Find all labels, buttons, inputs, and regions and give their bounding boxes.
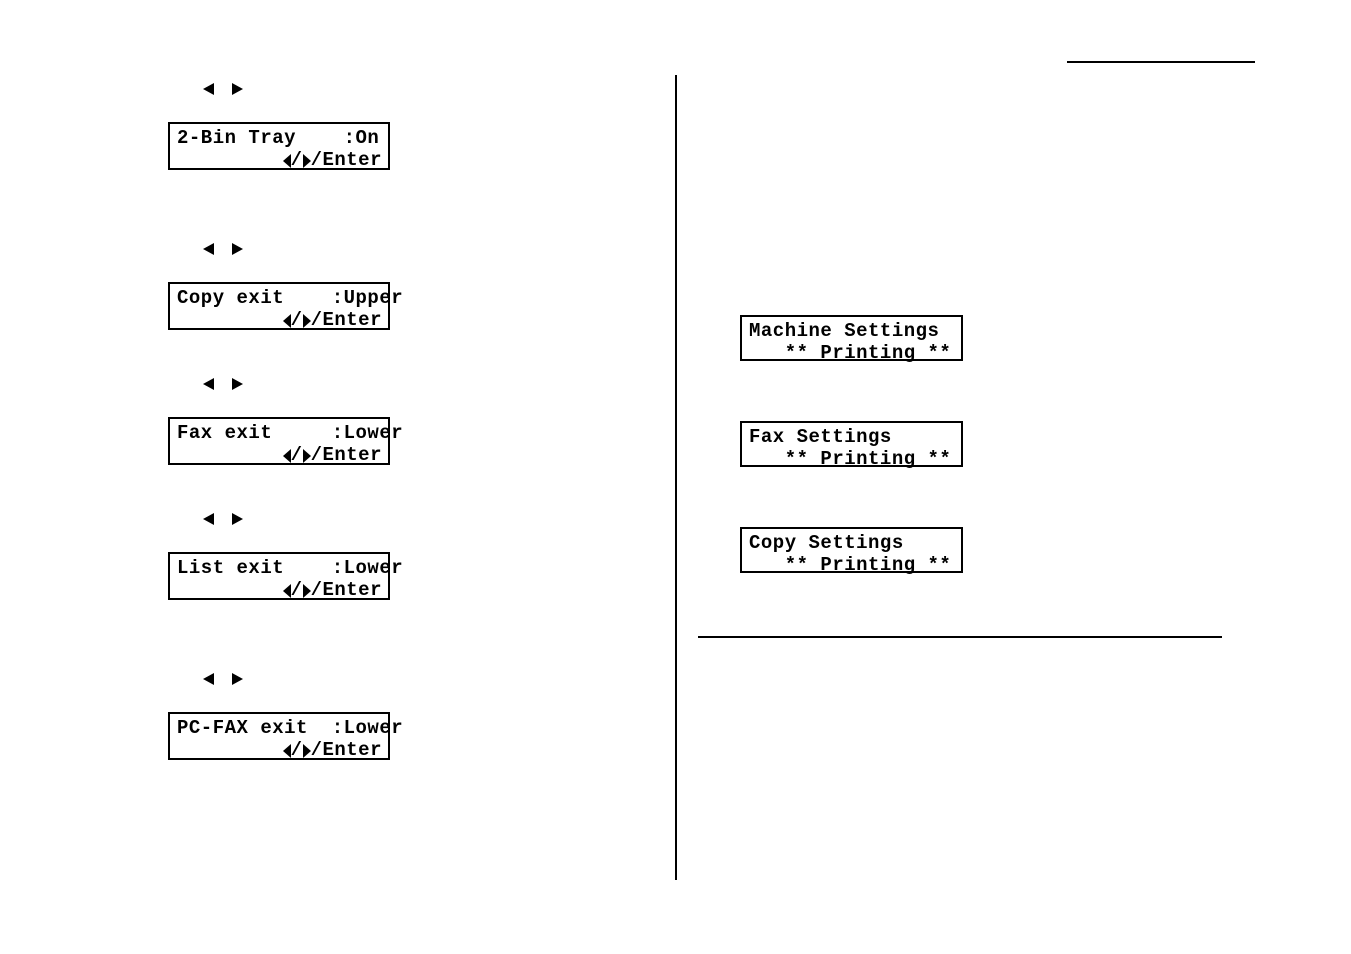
left-arrow-icon [203, 673, 214, 685]
nav-right-arrow-icon [302, 584, 311, 598]
lcd-line-primary: List exit :Lower [177, 557, 404, 579]
nav-left-arrow-icon [282, 744, 291, 758]
lcd-line-status: ** Printing ** [749, 342, 952, 364]
right-arrow-icon [232, 378, 243, 390]
lcd-nav-suffix: /Enter [310, 444, 382, 466]
lcd-line-primary: Machine Settings [749, 320, 940, 342]
nav-left-arrow-icon [282, 314, 291, 328]
lcd-line-status: ** Printing ** [749, 554, 952, 576]
nav-right-arrow-icon [302, 154, 311, 168]
right-column-divider [698, 636, 1222, 638]
nav-right-arrow-icon [302, 449, 311, 463]
lcd-display-fax-settings: Fax Settings ** Printing ** [740, 421, 963, 470]
left-arrow-icon [203, 378, 214, 390]
nav-left-arrow-icon [282, 584, 291, 598]
top-right-divider [1067, 61, 1255, 63]
right-arrow-icon [232, 513, 243, 525]
left-arrow-icon [203, 83, 214, 95]
lcd-nav-suffix: /Enter [310, 579, 382, 601]
lcd-line-nav: //Enter [177, 309, 382, 331]
lcd-nav-suffix: /Enter [310, 309, 382, 331]
nav-right-arrow-icon [302, 744, 311, 758]
lcd-line-primary: 2-Bin Tray :On [177, 127, 380, 149]
lcd-line-nav: //Enter [177, 739, 382, 761]
lcd-nav-suffix: /Enter [310, 739, 382, 761]
nav-arrows-list-exit [203, 513, 243, 525]
right-arrow-icon [232, 243, 243, 255]
lcd-nav-suffix: /Enter [310, 149, 382, 171]
lcd-line-primary: Copy exit :Upper [177, 287, 404, 309]
lcd-line-nav: //Enter [177, 579, 382, 601]
nav-arrows-fax-exit [203, 378, 243, 390]
lcd-line-status: ** Printing ** [749, 448, 952, 470]
lcd-line-primary: Fax Settings [749, 426, 892, 448]
nav-right-arrow-icon [302, 314, 311, 328]
left-arrow-icon [203, 243, 214, 255]
nav-left-arrow-icon [282, 154, 291, 168]
lcd-line-primary: Copy Settings [749, 532, 904, 554]
lcd-display-copy-settings: Copy Settings ** Printing ** [740, 527, 963, 576]
lcd-line-primary: Fax exit :Lower [177, 422, 404, 444]
nav-arrows-2-bin-tray [203, 83, 243, 95]
left-arrow-icon [203, 513, 214, 525]
right-arrow-icon [232, 83, 243, 95]
lcd-line-nav: //Enter [177, 149, 382, 171]
nav-left-arrow-icon [282, 449, 291, 463]
lcd-line-nav: //Enter [177, 444, 382, 466]
nav-arrows-copy-exit [203, 243, 243, 255]
right-arrow-icon [232, 673, 243, 685]
lcd-display-list-exit: List exit :Lower //Enter [168, 552, 404, 601]
lcd-display-fax-exit: Fax exit :Lower //Enter [168, 417, 404, 466]
lcd-display-copy-exit: Copy exit :Upper //Enter [168, 282, 404, 331]
lcd-display-machine-settings: Machine Settings ** Printing ** [740, 315, 963, 364]
column-divider [675, 75, 677, 880]
nav-arrows-pc-fax-exit [203, 673, 243, 685]
lcd-display-pc-fax-exit: PC-FAX exit :Lower //Enter [168, 712, 404, 761]
lcd-line-primary: PC-FAX exit :Lower [177, 717, 404, 739]
lcd-display-2-bin-tray: 2-Bin Tray :On //Enter [168, 122, 390, 171]
